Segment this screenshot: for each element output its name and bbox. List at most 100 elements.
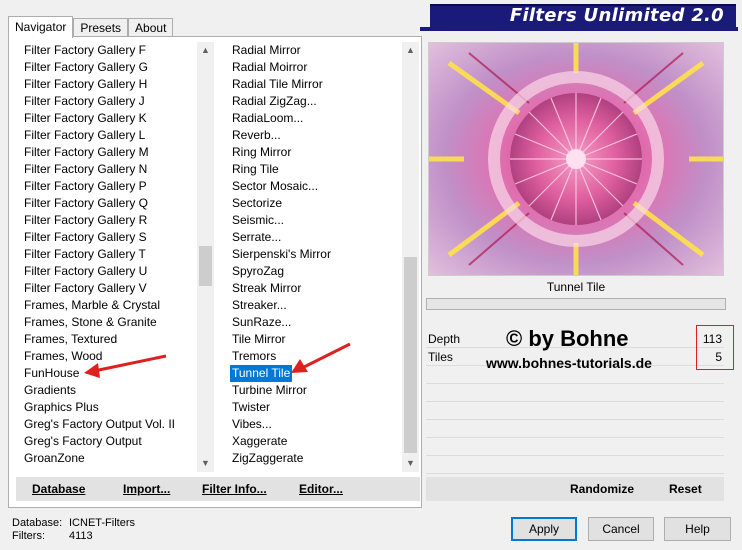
tab-navigator[interactable]: Navigator [8, 16, 74, 38]
status-filters-label: Filters: [12, 530, 45, 542]
list-item-label: Filter Factory Gallery G [24, 60, 149, 74]
list-item[interactable]: Frames, Stone & Granite [22, 314, 194, 331]
list-item[interactable]: Filter Factory Gallery S [22, 229, 194, 246]
scroll-down-icon[interactable]: ▼ [402, 455, 419, 472]
list-item[interactable]: RadiaLoom... [230, 110, 400, 127]
list-item[interactable]: Serrate... [230, 229, 400, 246]
param-row-empty [426, 420, 724, 438]
list-item-label: Filter Factory Gallery L [24, 128, 146, 142]
list-item[interactable]: Filter Factory Gallery R [22, 212, 194, 229]
list-item[interactable]: Filter Factory Gallery M [22, 144, 194, 161]
tab-about[interactable]: About [128, 18, 174, 37]
list-item[interactable]: Twister [230, 399, 400, 416]
list-item[interactable]: Radial Moirror [230, 59, 400, 76]
import-button[interactable]: Import... [123, 482, 170, 496]
scroll-up-icon[interactable]: ▲ [197, 42, 214, 59]
scroll-down-icon[interactable]: ▼ [197, 455, 214, 472]
left-toolbar: Database Import... Filter Info... Editor… [16, 477, 420, 501]
help-button[interactable]: Help [664, 517, 731, 541]
list-item-label: Radial Tile Mirror [232, 77, 323, 91]
progress-bar [426, 298, 726, 310]
filter-list[interactable]: Radial Mirror Radial Moirror Radial Tile M… [230, 42, 400, 472]
editor-button[interactable]: Editor... [299, 482, 343, 496]
list-item[interactable]: Filter Factory Gallery L [22, 127, 194, 144]
scroll-thumb[interactable] [404, 257, 417, 453]
reset-button[interactable]: Reset [669, 482, 702, 496]
list-item[interactable]: Frames, Marble & Crystal [22, 297, 194, 314]
list-item[interactable]: Gradients [22, 382, 194, 399]
category-list[interactable]: Filter Factory Gallery F Filter Factory G… [22, 42, 194, 472]
list-item[interactable]: Filter Factory Gallery F [22, 42, 194, 59]
list-item[interactable]: Greg's Factory Output [22, 433, 194, 450]
category-scrollbar[interactable]: ▲ ▼ [197, 42, 214, 472]
list-item[interactable]: Filter Factory Gallery H [22, 76, 194, 93]
scroll-up-icon[interactable]: ▲ [402, 42, 419, 59]
list-item-label: Filter Factory Gallery N [24, 162, 148, 176]
list-item[interactable]: Seismic... [230, 212, 400, 229]
list-item[interactable]: Filter Factory Gallery J [22, 93, 194, 110]
list-item[interactable]: Filter Factory Gallery U [22, 263, 194, 280]
list-item-label: Twister [232, 400, 271, 414]
list-item-label: Ring Mirror [232, 145, 292, 159]
status-database-label: Database: [12, 517, 63, 529]
list-item[interactable]: Sector Mosaic... [230, 178, 400, 195]
status-database: Database: ICNET-Filters [12, 517, 135, 529]
list-item[interactable]: Xaggerate [230, 433, 400, 450]
list-item[interactable]: Radial Tile Mirror [230, 76, 400, 93]
list-item-label: Greg's Factory Output Vol. II [24, 417, 176, 431]
list-item[interactable]: Filter Factory Gallery P [22, 178, 194, 195]
list-item-label: Radial ZigZag... [232, 94, 317, 108]
list-item-label: SunRaze... [232, 315, 292, 329]
list-item[interactable]: Filter Factory Gallery N [22, 161, 194, 178]
list-item-label: Frames, Stone & Granite [24, 315, 157, 329]
database-button[interactable]: Database [32, 482, 85, 496]
apply-button[interactable]: Apply [511, 517, 577, 541]
list-item-label: Filter Factory Gallery Q [24, 196, 149, 210]
list-item[interactable]: Graphics Plus [22, 399, 194, 416]
list-item-label: Serrate... [232, 230, 282, 244]
list-item[interactable]: Filter Factory Gallery T [22, 246, 194, 263]
filter-scrollbar[interactable]: ▲ ▼ [402, 42, 419, 472]
list-item-label: Ring Tile [232, 162, 279, 176]
list-item-label: Frames, Textured [24, 332, 118, 346]
list-item[interactable]: SunRaze... [230, 314, 400, 331]
list-item[interactable]: Frames, Textured [22, 331, 194, 348]
list-item[interactable]: Radial ZigZag... [230, 93, 400, 110]
tab-presets[interactable]: Presets [73, 18, 129, 37]
list-item-label: Graphics Plus [24, 400, 99, 414]
list-item-label: Gradients [24, 383, 77, 397]
scroll-thumb[interactable] [199, 246, 212, 286]
list-item[interactable]: Ring Tile [230, 161, 400, 178]
list-item-label: GroanZone [24, 451, 85, 465]
list-item[interactable]: Greg's Factory Output Vol. II [22, 416, 194, 433]
param-row-empty [426, 402, 724, 420]
list-item[interactable]: Ring Mirror [230, 144, 400, 161]
list-item[interactable]: Filter Factory Gallery K [22, 110, 194, 127]
list-item[interactable]: Sierpenski's Mirror [230, 246, 400, 263]
list-item[interactable]: Streaker... [230, 297, 400, 314]
preview-label: Tunnel Tile [546, 280, 606, 294]
list-item-label: Filter Factory Gallery M [24, 145, 149, 159]
randomize-button[interactable]: Randomize [570, 482, 634, 496]
list-item[interactable]: Filter Factory Gallery Q [22, 195, 194, 212]
list-item-label: Filter Factory Gallery V [24, 281, 147, 295]
list-item[interactable]: GroanZone [22, 450, 194, 467]
cancel-button[interactable]: Cancel [588, 517, 654, 541]
list-item-label: Tunnel Tile [230, 365, 293, 382]
list-item-label: Filter Factory Gallery U [24, 264, 148, 278]
list-item[interactable]: Filter Factory Gallery G [22, 59, 194, 76]
filter-info-button[interactable]: Filter Info... [202, 482, 267, 496]
list-item[interactable]: Reverb... [230, 127, 400, 144]
list-item[interactable]: Radial Mirror [230, 42, 400, 59]
list-item[interactable]: Sectorize [230, 195, 400, 212]
list-item[interactable]: ZigZaggerate [230, 450, 400, 467]
list-item[interactable]: Vibes... [230, 416, 400, 433]
list-item-label: Sierpenski's Mirror [232, 247, 331, 261]
list-item[interactable]: Filter Factory Gallery V [22, 280, 194, 297]
list-item[interactable]: Streak Mirror [230, 280, 400, 297]
list-item-label: Filter Factory Gallery K [24, 111, 147, 125]
list-item[interactable]: Turbine Mirror [230, 382, 400, 399]
list-item[interactable]: SpyroZag [230, 263, 400, 280]
param-row-empty [426, 384, 724, 402]
list-item-label: Filter Factory Gallery R [24, 213, 148, 227]
